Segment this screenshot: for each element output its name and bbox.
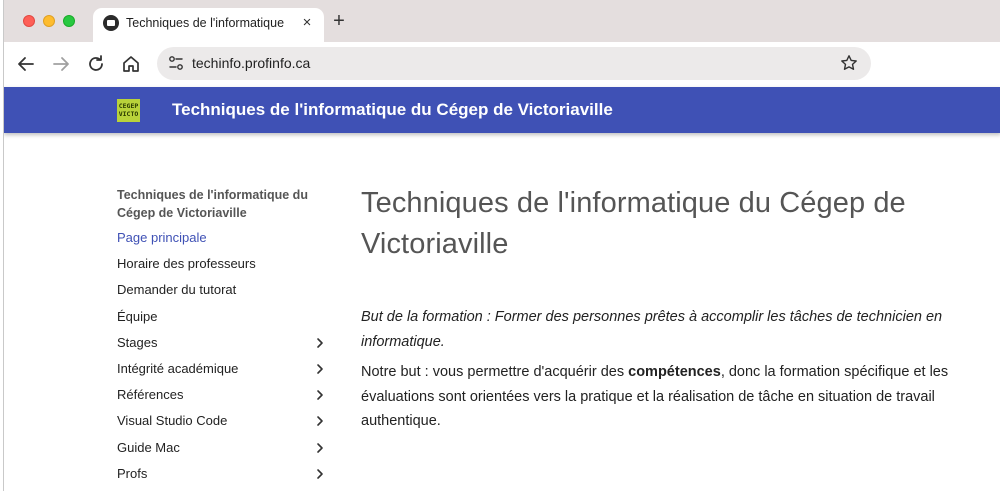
minimize-window-button[interactable] — [43, 15, 55, 27]
sidebar-item[interactable]: Stages — [117, 333, 327, 359]
url-text[interactable]: techinfo.profinfo.ca — [192, 54, 310, 72]
page-title: Techniques de l'informatique du Cégep de… — [361, 187, 906, 260]
chevron-right-icon[interactable] — [313, 362, 327, 376]
sidebar-item-label: Références — [117, 387, 184, 403]
chevron-right-icon[interactable] — [313, 336, 327, 350]
tab-title: Techniques de l'informatique — [126, 16, 285, 30]
sidebar-item[interactable]: Intégrité académique — [117, 359, 327, 385]
star-icon[interactable] — [839, 53, 859, 73]
back-icon[interactable] — [14, 52, 38, 76]
sidebar-item[interactable]: Équipe — [117, 307, 327, 333]
tab-active[interactable]: Techniques de l'informatique × — [93, 8, 324, 42]
sidebar-item-label: Guide Mac — [117, 439, 180, 455]
site-info-icon[interactable] — [165, 52, 187, 74]
sidebar-item-label: Équipe — [117, 308, 158, 324]
main-content: Techniques de l'informatique du Cégep de… — [361, 183, 991, 434]
sidebar-item-label: Demander du tutorat — [117, 282, 237, 298]
sidebar-item[interactable]: Page principale — [117, 228, 327, 254]
sidebar-item[interactable]: Horaire des professeurs — [117, 254, 327, 280]
sidebar-heading: Techniques de l'informatique du Cégep de… — [117, 188, 308, 220]
chevron-right-icon[interactable] — [313, 467, 327, 481]
close-window-button[interactable] — [23, 15, 35, 27]
formation-goal: But de la formation : Former des personn… — [361, 309, 943, 350]
favicon-icon — [103, 15, 119, 31]
site-title[interactable]: Techniques de l'informatique du Cégep de… — [172, 99, 613, 121]
sidebar-item-label: Profs — [117, 465, 148, 481]
chevron-right-icon[interactable] — [313, 441, 327, 455]
chevron-right-icon[interactable] — [313, 388, 327, 402]
browser-toolbar: techinfo.profinfo.ca — [4, 42, 1000, 87]
mission-paragraph: Notre but : vous permettre d'acquérir de… — [361, 360, 991, 434]
maximize-window-button[interactable] — [63, 15, 75, 27]
new-tab-icon[interactable]: + — [328, 10, 350, 32]
address-bar[interactable]: techinfo.profinfo.ca — [157, 47, 871, 80]
mission-text-bold: compétences — [628, 364, 721, 380]
home-icon[interactable] — [119, 52, 143, 76]
sidebar-item-label: Stages — [117, 334, 158, 350]
sidebar-item[interactable]: Guide Mac — [117, 438, 327, 464]
cegep-logo[interactable]: CEGEP VICTO — [117, 99, 140, 122]
sidebar-item-label: Horaire des professeurs — [117, 256, 256, 272]
sidebar-item[interactable]: Visual Studio Code — [117, 411, 327, 437]
tab-bar: Techniques de l'informatique × + — [4, 0, 1000, 42]
chevron-right-icon[interactable] — [313, 414, 327, 428]
reload-icon[interactable] — [84, 52, 108, 76]
tab-close-icon[interactable]: × — [298, 13, 316, 33]
mission-text-start: Notre but : vous permettre d'acquérir de… — [361, 364, 629, 380]
site-header: CEGEP VICTO Techniques de l'informatique… — [4, 87, 1000, 133]
sidebar-item-label: Intégrité académique — [117, 360, 239, 376]
sidebar-item-label: Page principale — [117, 230, 207, 245]
sidebar-nav: Techniques de l'informatique du Cégep de… — [117, 186, 327, 490]
web-page: CEGEP VICTO Techniques de l'informatique… — [4, 87, 1000, 491]
sidebar-item-label: Visual Studio Code — [117, 413, 228, 429]
forward-icon[interactable] — [49, 52, 73, 76]
sidebar-item[interactable]: Profs — [117, 464, 327, 490]
sidebar-item[interactable]: Demander du tutorat — [117, 280, 327, 306]
browser-window: Techniques de l'informatique × + techinf… — [3, 0, 1000, 491]
sidebar-item[interactable]: Références — [117, 385, 327, 411]
